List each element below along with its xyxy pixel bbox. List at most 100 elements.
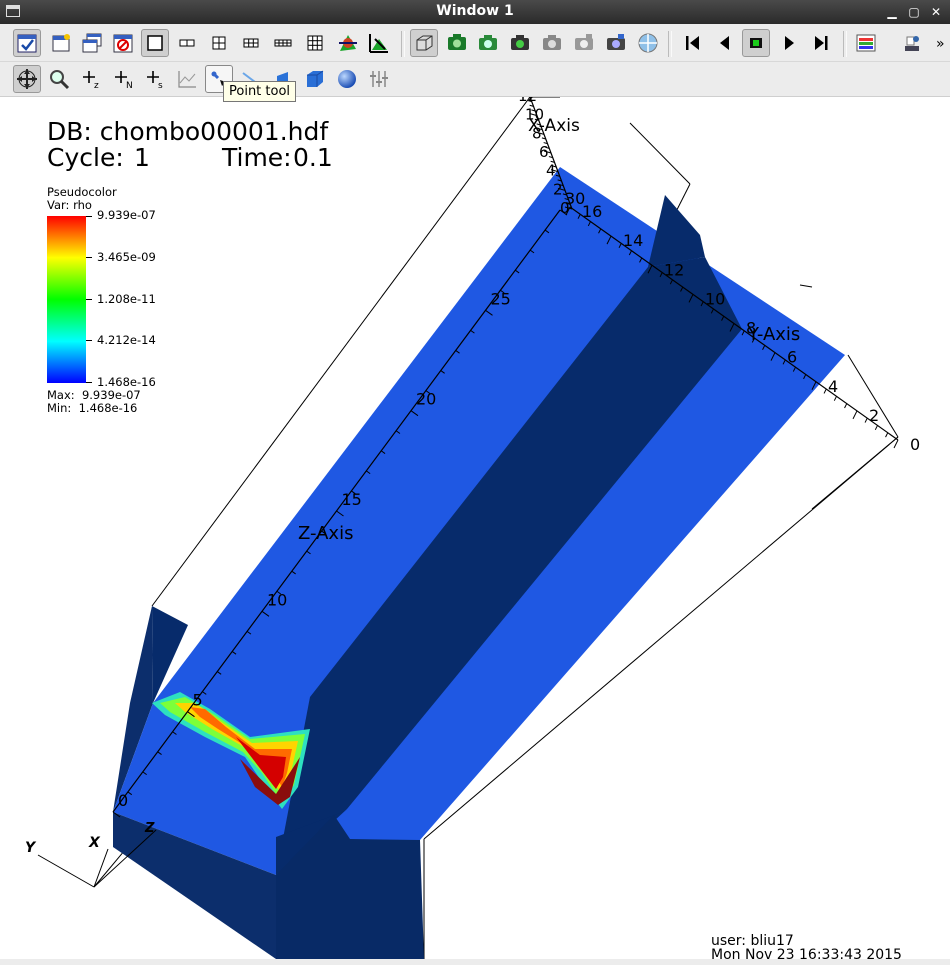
legend-min: Min: 1.468e-16: [47, 401, 138, 415]
axis-tick-label: 6: [539, 143, 549, 161]
close-icon[interactable]: ✕: [928, 4, 944, 20]
axis-tick-label: 0: [118, 791, 128, 810]
date-label: Mon Nov 23 16:33:43 2015: [711, 947, 902, 959]
cycle-label: Cycle:: [47, 143, 124, 172]
play-icon[interactable]: [775, 29, 803, 57]
window-title: Window 1: [436, 3, 514, 19]
svg-text:s: s: [158, 81, 163, 90]
axis-tick-label: 0: [560, 199, 570, 217]
add-z-plane-icon[interactable]: z: [77, 65, 105, 93]
db-name-label: DB: chombo00001.hdf: [47, 117, 329, 146]
next-frame-icon[interactable]: [807, 29, 835, 57]
full-frame-icon[interactable]: [410, 29, 438, 57]
reverse-icon[interactable]: [678, 29, 706, 57]
layout-1x1-icon[interactable]: [141, 29, 169, 57]
main-toolbar: »: [0, 24, 950, 62]
cycle-value: 1: [134, 143, 150, 172]
layout-2x4-icon[interactable]: [269, 29, 297, 57]
delete-window-icon[interactable]: [109, 29, 137, 57]
interaction-mode-toolbar: z N s: [0, 62, 950, 97]
axis-tick-label: 15: [342, 490, 362, 509]
print-icon[interactable]: [898, 29, 926, 57]
axis-tick-label: 4: [546, 162, 556, 180]
render-viewport[interactable]: 051015202530 0246810121416 024681012 Z-A…: [0, 97, 950, 959]
legend-tick-label: 4.212e-14: [97, 333, 156, 347]
navigate-mode-icon[interactable]: [13, 65, 41, 93]
legend-color-bar: [47, 216, 86, 383]
point-tool-tooltip: Point tool: [223, 81, 297, 102]
axis-tick: [823, 388, 827, 394]
axis-tick-label: 10: [705, 289, 725, 308]
axis-tick: [864, 417, 868, 423]
clone-window-icon[interactable]: [78, 29, 106, 57]
color-table-icon[interactable]: [852, 29, 880, 57]
z-axis-title: Z-Axis: [298, 523, 353, 544]
axis-tick-label: 0: [910, 435, 920, 454]
camera-icon[interactable]: [474, 29, 502, 57]
camera-icon[interactable]: [538, 29, 566, 57]
legend-tick: [86, 216, 92, 217]
layout-3x3-icon[interactable]: [301, 29, 329, 57]
curve-mode-icon[interactable]: [173, 65, 201, 93]
legend-max: Max: 9.939e-07: [47, 388, 141, 402]
add-normal-plane-icon[interactable]: N: [109, 65, 137, 93]
window-bottom-border: [0, 959, 950, 965]
legend-tick: [86, 299, 92, 300]
lock-view-icon[interactable]: [365, 29, 393, 57]
svg-text:z: z: [94, 81, 99, 90]
toolbar-separator: [668, 31, 672, 57]
x-axis-title: X-Axis: [528, 116, 580, 136]
legend-tick: [86, 382, 92, 383]
window-titlebar: Window 1 ▁ ▢ ✕: [0, 0, 950, 24]
axis-tick-label: 5: [193, 691, 203, 710]
new-window-icon[interactable]: [47, 29, 75, 57]
axis-tick: [833, 396, 837, 401]
axis-tick: [885, 432, 889, 438]
legend-tick-label: 1.468e-16: [97, 375, 156, 389]
globe-icon[interactable]: [634, 29, 662, 57]
axis-tick-label: 20: [416, 390, 436, 409]
legend-tick-label: 1.208e-11: [97, 292, 156, 306]
save-image-icon[interactable]: [443, 29, 471, 57]
camera-icon[interactable]: [506, 29, 534, 57]
y-axis-title: Y-Axis: [747, 324, 800, 345]
stop-icon[interactable]: [742, 29, 770, 57]
toolbar-separator: [843, 31, 847, 57]
active-window-icon[interactable]: [13, 29, 41, 57]
legend-plot-type: Pseudocolor: [47, 185, 117, 199]
layout-2x3-icon[interactable]: [237, 29, 265, 57]
toolbar-overflow-button[interactable]: »: [936, 36, 945, 52]
box-tool-icon[interactable]: [301, 65, 329, 93]
add-s-plane-icon[interactable]: s: [141, 65, 169, 93]
time-label: Time:: [222, 143, 292, 172]
legend-variable: Var: rho: [47, 198, 92, 212]
triad-label-y: Y: [25, 840, 37, 856]
minimize-icon[interactable]: ▁: [884, 4, 900, 20]
axis-tick-label: 25: [491, 289, 511, 308]
time-value: 0.1: [293, 143, 333, 172]
sphere-tool-icon[interactable]: [333, 65, 361, 93]
previous-frame-icon[interactable]: [710, 29, 738, 57]
layout-2x2-icon[interactable]: [205, 29, 233, 57]
axis-tick: [874, 425, 878, 431]
axis-tick: [844, 403, 848, 409]
axis-tick-label: 6: [787, 348, 797, 367]
svg-text:N: N: [126, 81, 133, 90]
layout-1x2-icon[interactable]: [173, 29, 201, 57]
axis-tick-label: 10: [267, 590, 287, 609]
axis-tick: [893, 439, 899, 449]
triad-label-x: X: [88, 835, 101, 851]
axis-tick-label: 16: [582, 202, 602, 221]
legend-tick-label: 9.939e-07: [97, 208, 156, 222]
axis-tick: [852, 410, 858, 420]
axis-array-tool-icon[interactable]: [365, 65, 393, 93]
axis-tick-label: 12: [664, 260, 684, 279]
axis-tick-label: 14: [623, 231, 643, 250]
maximize-icon[interactable]: ▢: [906, 4, 922, 20]
camera-icon[interactable]: [602, 29, 630, 57]
legend-tick-label: 3.465e-09: [97, 250, 156, 264]
triad-label-z: Z: [144, 821, 155, 836]
zoom-mode-icon[interactable]: [45, 65, 73, 93]
spin-icon[interactable]: [334, 29, 362, 57]
camera-icon[interactable]: [570, 29, 598, 57]
